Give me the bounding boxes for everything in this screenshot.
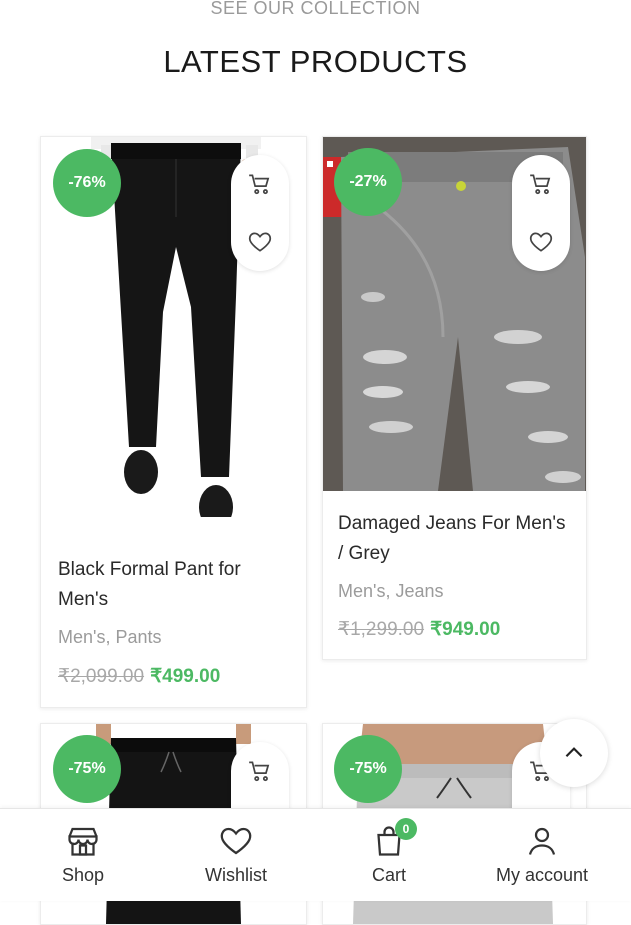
nav-shop[interactable]: Shop [13, 809, 153, 901]
product-actions [512, 155, 570, 271]
nav-account[interactable]: My account [472, 809, 612, 901]
sale-price: ₹499.00 [150, 666, 221, 687]
store-icon [68, 827, 98, 856]
add-to-cart-button[interactable] [512, 155, 570, 213]
nav-wishlist-label: Wishlist [205, 865, 267, 885]
add-to-cart-button[interactable] [231, 155, 289, 213]
product-actions [231, 155, 289, 271]
heart-icon [248, 232, 272, 252]
product-price: ₹2,099.00 ₹499.00 [58, 665, 220, 688]
product-name[interactable]: Damaged Jeans For Men's / Grey [338, 509, 573, 569]
discount-badge: -76% [53, 149, 121, 217]
chevron-up-icon [565, 747, 583, 758]
product-category[interactable]: Men's, Jeans [338, 581, 444, 602]
scroll-to-top-button[interactable] [540, 719, 608, 787]
user-icon [528, 827, 556, 855]
product-card[interactable]: -76% Black Formal Pant for Men's Men's, … [40, 136, 307, 708]
product-category[interactable]: Men's, Pants [58, 627, 161, 648]
cart-icon [249, 174, 270, 195]
product-price: ₹1,299.00 ₹949.00 [338, 618, 500, 641]
sale-price: ₹949.00 [430, 619, 501, 640]
cart-icon [530, 174, 551, 195]
nav-shop-label: Shop [61, 865, 105, 885]
add-to-wishlist-button[interactable] [231, 213, 289, 271]
bottom-navigation: Shop Wishlist 0 Cart My account [0, 808, 631, 901]
section-subtitle[interactable]: SEE OUR COLLECTION [0, 0, 631, 19]
cart-icon [249, 761, 270, 782]
discount-badge: -27% [334, 148, 402, 216]
cart-count-badge: 0 [395, 818, 417, 840]
product-name[interactable]: Black Formal Pant for Men's [58, 555, 278, 615]
add-to-wishlist-button[interactable] [512, 213, 570, 271]
section-title: LATEST PRODUCTS [163, 44, 468, 79]
nav-wishlist[interactable]: Wishlist [166, 809, 306, 901]
old-price: ₹1,299.00 [338, 619, 425, 640]
discount-badge: -75% [53, 735, 121, 803]
old-price: ₹2,099.00 [58, 666, 145, 687]
discount-badge: -75% [334, 735, 402, 803]
nav-cart[interactable]: 0 Cart [319, 809, 459, 901]
product-card[interactable]: -27% Damaged Jeans For Men's / Grey Men'… [322, 136, 587, 660]
add-to-cart-button[interactable] [231, 742, 289, 800]
heart-icon [529, 232, 553, 252]
nav-account-label: My account [495, 865, 589, 885]
heart-icon [220, 827, 252, 855]
nav-cart-label: Cart [371, 865, 406, 885]
